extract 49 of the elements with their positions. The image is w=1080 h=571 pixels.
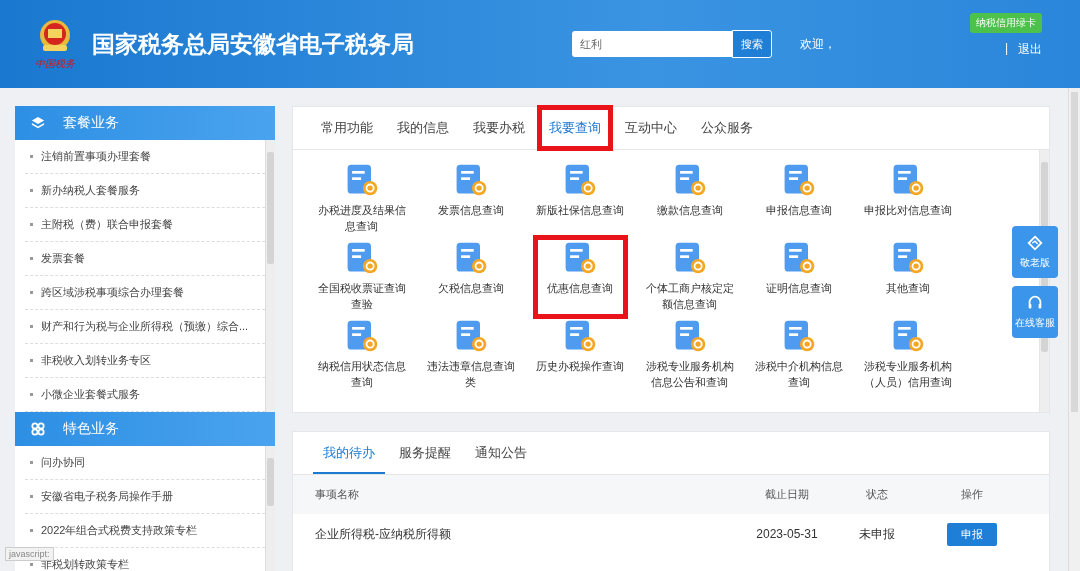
column-header: 截止日期 <box>764 487 810 502</box>
tab[interactable]: 互动中心 <box>615 107 687 149</box>
tab[interactable]: 常用功能 <box>311 107 383 149</box>
layers-icon <box>31 116 45 130</box>
status-tooltip: javascript: <box>5 547 54 561</box>
tab[interactable]: 公众服务 <box>691 107 763 149</box>
service-tile[interactable]: 历史办税操作查询 <box>525 316 635 394</box>
column-header: 操作 <box>960 487 984 502</box>
tab[interactable]: 我要办税 <box>463 107 535 149</box>
table-cell-text: 企业所得税-应纳税所得额 <box>315 525 452 543</box>
service-tile[interactable]: 发票信息查询 <box>416 160 526 238</box>
service-tile[interactable]: 缴款信息查询 <box>635 160 745 238</box>
page-scrollbar[interactable] <box>1068 88 1080 571</box>
search-button[interactable]: 搜索 <box>732 30 772 58</box>
column-header: 状态 <box>865 487 889 502</box>
service-tile[interactable]: 纳税信用状态信息查询 <box>307 316 417 394</box>
service-tile[interactable]: 涉税中介机构信息查询 <box>744 316 854 394</box>
column-header: 事项名称 <box>315 487 360 502</box>
logo-caption: 中国税务 <box>35 57 75 71</box>
tab[interactable]: 我的信息 <box>387 107 459 149</box>
service-tile[interactable]: 申报比对信息查询 <box>853 160 963 238</box>
service-tile[interactable]: 全国税收票证查询查验 <box>307 238 417 316</box>
scrollbar[interactable] <box>265 446 275 571</box>
declare-button[interactable]: 申报 <box>947 522 997 546</box>
service-tile[interactable]: 优惠信息查询 <box>535 238 625 316</box>
site-title: 国家税务总局安徽省电子税务局 <box>92 29 415 59</box>
scrollbar[interactable] <box>265 140 275 412</box>
logout-link[interactable]: 退出 <box>1018 41 1042 58</box>
welcome-text: 欢迎， <box>800 35 836 53</box>
service-tile[interactable]: 涉税专业服务机构（人员）信用查询 <box>853 316 963 394</box>
search-field[interactable]: 红利 <box>572 31 732 57</box>
table-cell-text: 2023-05-31 <box>755 527 819 541</box>
service-tile[interactable]: 涉税专业服务机构信息公告和查询 <box>635 316 745 394</box>
table-cell-text: 未申报 <box>858 525 896 543</box>
clover-icon <box>31 422 45 436</box>
separator: | <box>1004 41 1008 57</box>
service-tile[interactable]: 申报信息查询 <box>744 160 854 238</box>
service-tile[interactable]: 其他查询 <box>853 238 963 316</box>
tab[interactable]: 服务提醒 <box>389 432 461 474</box>
service-tile[interactable]: 欠税信息查询 <box>416 238 526 316</box>
service-tile[interactable]: 办税进度及结果信息查询 <box>307 160 417 238</box>
service-tile[interactable]: 新版社保信息查询 <box>525 160 635 238</box>
tab[interactable]: 通知公告 <box>465 432 537 474</box>
service-tile[interactable]: 个体工商户核定定额信息查询 <box>635 238 745 316</box>
section-title: 特色业务 <box>63 420 119 438</box>
service-tile[interactable]: 证明信息查询 <box>744 238 854 316</box>
section-title: 套餐业务 <box>63 114 119 132</box>
tab[interactable]: 我要查询 <box>539 107 611 149</box>
service-tile[interactable]: 违法违章信息查询类 <box>416 316 526 394</box>
